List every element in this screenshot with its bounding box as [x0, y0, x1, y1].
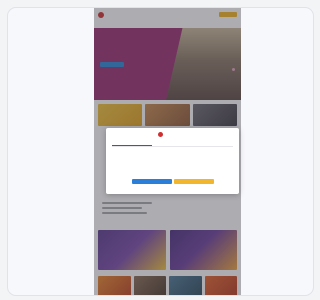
consent-actions — [132, 179, 214, 184]
tab-consent[interactable] — [112, 140, 153, 146]
dialog-logo — [158, 132, 165, 137]
cookie-consent-dialog — [106, 128, 239, 194]
logo-mark-icon — [158, 132, 163, 137]
deny-button[interactable] — [132, 179, 172, 184]
tab-about[interactable] — [193, 140, 233, 146]
preview-card — [7, 7, 314, 296]
allow-all-button[interactable] — [174, 179, 214, 184]
consent-tabs — [112, 140, 233, 147]
tab-details[interactable] — [152, 140, 192, 146]
